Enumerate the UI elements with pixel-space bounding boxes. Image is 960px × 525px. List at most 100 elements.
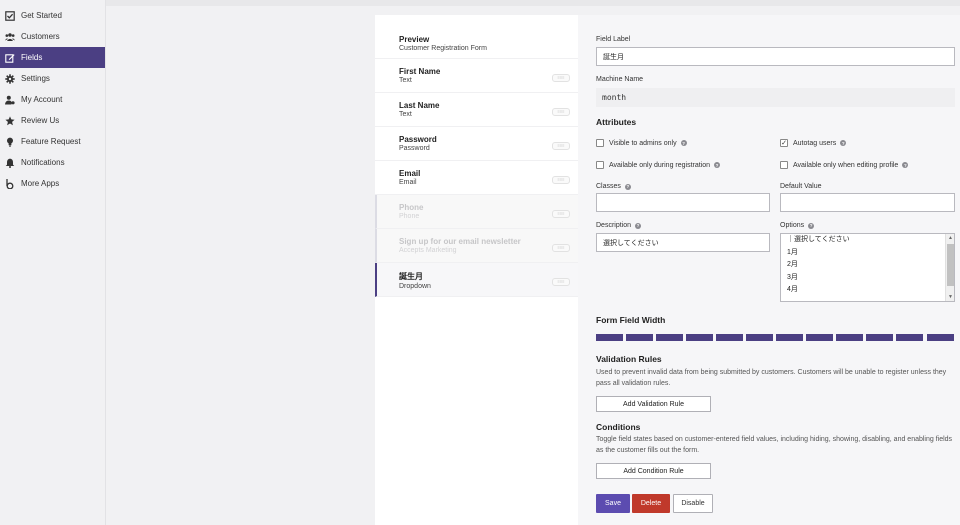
options-label-row: Options ? [780, 222, 815, 229]
field-label-label: Field Label [596, 36, 631, 43]
field-item-phone[interactable]: Phone Phone ≡≡≡ [375, 195, 578, 229]
width-segment[interactable] [656, 334, 683, 341]
sidebar-item-get-started[interactable]: Get Started [0, 5, 105, 26]
field-item-newsletter[interactable]: Sign up for our email newsletter Accepts… [375, 229, 578, 263]
width-segment[interactable] [866, 334, 893, 341]
registration-only-checkbox[interactable]: Available only during registration ? [596, 161, 721, 169]
option-line: ｜選択してください [787, 236, 850, 243]
help-icon[interactable]: ? [840, 140, 847, 146]
default-value-input[interactable] [780, 193, 955, 212]
help-icon[interactable]: ? [635, 222, 642, 229]
checkbox-box[interactable] [596, 139, 604, 147]
width-segment[interactable] [716, 334, 743, 341]
drag-handle-icon[interactable]: ≡≡≡ [552, 176, 570, 184]
scroll-down-icon[interactable]: ▼ [947, 294, 954, 300]
checkbox-box-checked[interactable]: ✓ [780, 139, 788, 147]
edit-icon [4, 52, 16, 64]
width-segment[interactable] [686, 334, 713, 341]
sidebar-nav: Get Started Customers Fields Settings My… [0, 0, 105, 194]
drag-handle-icon[interactable]: ≡≡≡ [552, 108, 570, 116]
field-label-input[interactable]: 誕生月 [596, 47, 955, 66]
options-label: Options [780, 222, 805, 229]
options-scrollbar[interactable]: ▲ ▼ [945, 234, 954, 301]
drag-handle-icon[interactable]: ≡≡≡ [552, 74, 570, 82]
validation-rules-heading: Validation Rules [596, 354, 662, 364]
field-item-last-name[interactable]: Last Name Text ≡≡≡ [375, 93, 578, 127]
help-icon[interactable]: ? [680, 140, 687, 146]
drag-handle-icon[interactable]: ≡≡≡ [552, 278, 570, 286]
checkbox-label: Available only when editing profile [793, 161, 899, 169]
field-item-password[interactable]: Password Password ≡≡≡ [375, 127, 578, 161]
users-icon [4, 31, 16, 43]
sidebar-item-settings[interactable]: Settings [0, 68, 105, 89]
option-line: 4月 [787, 286, 798, 294]
width-segment[interactable] [626, 334, 653, 341]
width-segment[interactable] [596, 334, 623, 341]
scroll-thumb[interactable] [947, 244, 954, 286]
editing-profile-only-checkbox[interactable]: Available only when editing profile ? [780, 161, 909, 169]
sidebar-item-review-us[interactable]: Review Us [0, 110, 105, 131]
sidebar-item-more-apps[interactable]: More Apps [0, 173, 105, 194]
add-condition-rule-button[interactable]: Add Condition Rule [596, 463, 711, 479]
sidebar: Get Started Customers Fields Settings My… [0, 0, 106, 525]
checkbox-box[interactable] [780, 161, 788, 169]
option-line: 1月 [787, 248, 798, 256]
sidebar-item-label: More Apps [21, 179, 60, 188]
width-segment[interactable] [776, 334, 803, 341]
sidebar-item-label: Settings [21, 74, 50, 83]
fields-list: Preview Customer Registration Form First… [375, 15, 578, 525]
sidebar-item-fields[interactable]: Fields [0, 47, 105, 68]
sidebar-item-label: Feature Request [21, 137, 81, 146]
sidebar-item-label: Review Us [21, 116, 60, 125]
machine-name-value: month [596, 88, 955, 107]
help-icon[interactable]: ? [902, 162, 909, 168]
sidebar-item-label: Notifications [21, 158, 65, 167]
width-segment[interactable] [896, 334, 923, 341]
width-segment[interactable] [927, 334, 954, 341]
gear-icon [4, 73, 16, 85]
classes-label: Classes [596, 183, 621, 190]
preview-subtitle: Customer Registration Form [399, 45, 487, 52]
help-icon[interactable]: ? [808, 222, 815, 229]
option-line: 2月 [787, 261, 798, 269]
user-gear-icon [4, 94, 16, 106]
disable-button[interactable]: Disable [673, 494, 713, 513]
drag-handle-icon[interactable]: ≡≡≡ [552, 244, 570, 252]
help-icon[interactable]: ? [714, 162, 721, 168]
field-item-title: Phone [399, 203, 424, 212]
classes-input[interactable] [596, 193, 770, 212]
options-textarea[interactable]: ｜選択してください 1月 2月 3月 4月 ▲ ▼ [780, 233, 955, 302]
default-value-label: Default Value [780, 183, 822, 190]
b-logo-icon [4, 178, 16, 190]
check-square-icon [4, 10, 16, 22]
top-bar [106, 0, 960, 6]
conditions-description: Toggle field states based on customer-en… [596, 436, 953, 454]
sidebar-item-label: Customers [21, 32, 60, 41]
width-segment[interactable] [746, 334, 773, 341]
delete-button[interactable]: Delete [632, 494, 670, 513]
save-button[interactable]: Save [596, 494, 630, 513]
checkbox-label: Autotag users [793, 139, 837, 147]
preview-item[interactable]: Preview Customer Registration Form [375, 15, 578, 59]
drag-handle-icon[interactable]: ≡≡≡ [552, 142, 570, 150]
help-icon[interactable]: ? [624, 183, 631, 190]
sidebar-item-my-account[interactable]: My Account [0, 89, 105, 110]
width-segment[interactable] [836, 334, 863, 341]
field-item-first-name[interactable]: First Name Text ≡≡≡ [375, 59, 578, 93]
visible-to-admins-checkbox[interactable]: Visible to admins only ? [596, 139, 687, 147]
checkbox-box[interactable] [596, 161, 604, 169]
width-segment[interactable] [806, 334, 833, 341]
classes-label-row: Classes ? [596, 183, 631, 190]
field-item-email[interactable]: Email Email ≡≡≡ [375, 161, 578, 195]
autotag-users-checkbox[interactable]: ✓ Autotag users ? [780, 139, 847, 147]
preview-title: Preview [399, 35, 430, 44]
drag-handle-icon[interactable]: ≡≡≡ [552, 210, 570, 218]
description-input[interactable]: 選択してください [596, 233, 770, 252]
add-validation-rule-button[interactable]: Add Validation Rule [596, 396, 711, 412]
scroll-up-icon[interactable]: ▲ [947, 235, 954, 241]
field-item-birth-month[interactable]: 誕生月 Dropdown ≡≡≡ [375, 263, 578, 297]
field-item-title: Sign up for our email newsletter [399, 237, 521, 246]
sidebar-item-customers[interactable]: Customers [0, 26, 105, 47]
sidebar-item-feature-request[interactable]: Feature Request [0, 131, 105, 152]
sidebar-item-notifications[interactable]: Notifications [0, 152, 105, 173]
